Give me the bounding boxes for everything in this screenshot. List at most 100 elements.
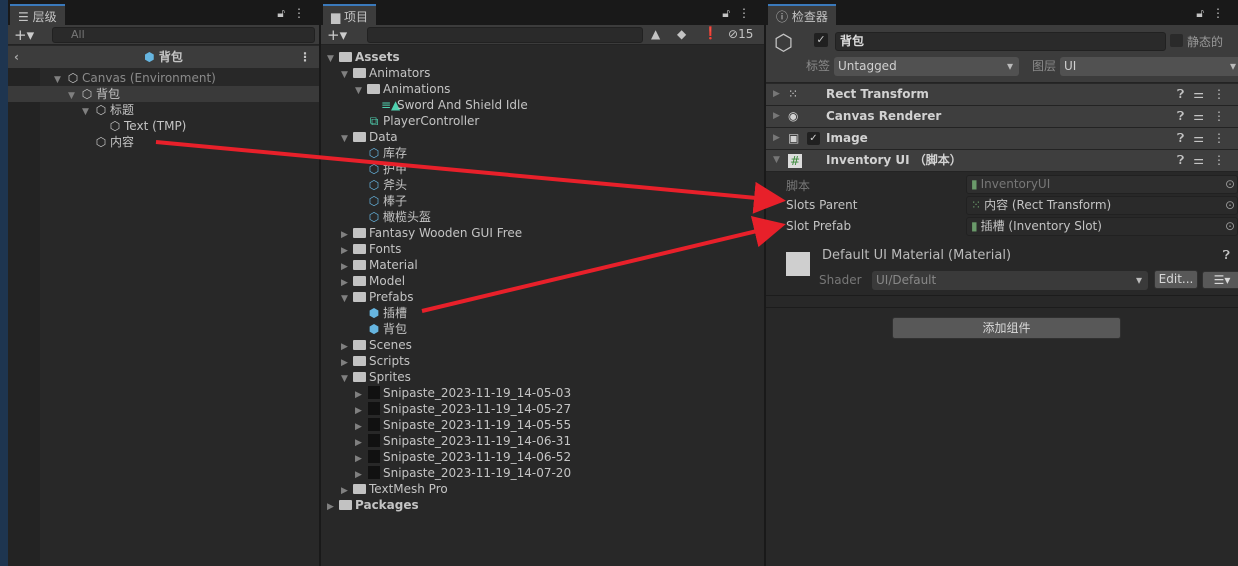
component-header-image[interactable]: ▶ ▣ ✓ Image ❓︎⚌⋮: [766, 128, 1238, 150]
project-folder[interactable]: ▶ Model: [321, 273, 764, 289]
back-button[interactable]: ‹: [14, 46, 19, 68]
object-picker-icon[interactable]: ⊙: [1225, 176, 1235, 193]
create-button[interactable]: +▾: [327, 26, 347, 44]
sprite-thumbnail-icon: [367, 417, 381, 433]
tab-hierarchy[interactable]: ☰ 层级: [10, 4, 65, 25]
project-asset[interactable]: ▶ Snipaste_2023-11-19_14-05-03: [321, 385, 764, 401]
material-preview: [786, 252, 810, 276]
folder-icon: [353, 484, 366, 494]
gameobject-icon: ⬡: [95, 103, 107, 117]
project-asset[interactable]: ▶ Snipaste_2023-11-19_14-06-52: [321, 449, 764, 465]
project-asset[interactable]: ▶ Snipaste_2023-11-19_14-07-20: [321, 465, 764, 481]
project-folder[interactable]: ▼ Animators: [321, 65, 764, 81]
object-header: ⬡ ✓ 背包 静态的 标签 Untagged 图层 UI: [766, 25, 1238, 83]
project-folder[interactable]: ▼ Animations: [321, 81, 764, 97]
tab-project[interactable]: ▆ 项目: [323, 4, 377, 25]
component-actions[interactable]: ❓︎⚌⋮: [1177, 150, 1234, 171]
component-actions[interactable]: ❓︎⚌⋮: [1177, 128, 1234, 149]
component-actions[interactable]: ❓︎⚌⋮: [1177, 106, 1234, 127]
field-slot-prefab[interactable]: ▮ 插槽 (Inventory Slot) ⊙: [966, 217, 1238, 236]
project-asset[interactable]: ≡▲Sword And Shield Idle: [321, 97, 764, 113]
filter-type-icon[interactable]: ▲: [651, 27, 660, 41]
project-asset[interactable]: ▶ Snipaste_2023-11-19_14-05-27: [321, 401, 764, 417]
gameobject-cube-icon: ⬡: [774, 31, 794, 56]
component-header-inventory-ui-script[interactable]: ▼ # Inventory UI （脚本） ❓︎⚌⋮: [766, 150, 1238, 172]
project-asset[interactable]: ⬡ 斧头: [321, 177, 764, 193]
hierarchy-item[interactable]: ⬡ 内容: [8, 134, 319, 150]
field-label-script: 脚本: [786, 179, 811, 193]
lock-icon[interactable]: 🔓︎⋮: [1196, 6, 1232, 21]
project-folder[interactable]: ▶ Fonts: [321, 241, 764, 257]
field-slots-parent[interactable]: ⁙ 内容 (Rect Transform) ⊙: [966, 196, 1238, 215]
project-asset[interactable]: ⬢ 背包: [321, 321, 764, 337]
active-checkbox[interactable]: ✓: [814, 33, 828, 47]
project-folder[interactable]: ▶ Scenes: [321, 337, 764, 353]
foldout-arrow-icon[interactable]: ▶: [773, 84, 780, 105]
inspector-panel: ⓘ 检查器 🔓︎⋮ ⬡ ✓ 背包 静态的 标签 Untagged 图层 UI ▶…: [766, 0, 1238, 566]
help-icon[interactable]: ❓︎: [1223, 248, 1230, 263]
lock-icon[interactable]: 🔓︎⋮: [722, 6, 758, 21]
project-asset[interactable]: ⧉ PlayerController: [321, 113, 764, 129]
folder-open-icon: [353, 372, 366, 382]
hierarchy-item[interactable]: ⬡ Text (TMP): [8, 118, 319, 134]
project-asset[interactable]: ⬡ 棒子: [321, 193, 764, 209]
project-folder[interactable]: ▶ Scripts: [321, 353, 764, 369]
layer-dropdown[interactable]: UI: [1060, 57, 1238, 76]
edit-shader-button[interactable]: Edit...: [1154, 270, 1198, 289]
static-checkbox[interactable]: [1170, 34, 1183, 47]
foldout-arrow-icon[interactable]: ▼: [773, 150, 780, 171]
scene-view-edge: [0, 0, 8, 566]
object-type-icon: ▮: [971, 177, 978, 191]
foldout-arrow-icon[interactable]: ▶: [773, 106, 780, 127]
gameobject-icon: ⬡: [95, 135, 107, 149]
sprite-thumbnail-icon: [367, 401, 381, 417]
project-asset[interactable]: ⬡ 橄榄头盔: [321, 209, 764, 225]
project-search-input[interactable]: [367, 27, 643, 43]
hierarchy-item[interactable]: ▼ ⬡ 背包: [8, 86, 319, 102]
component-header-rect-transform[interactable]: ▶ ⁙ Rect Transform ❓︎⚌⋮: [766, 84, 1238, 106]
hierarchy-item[interactable]: ▼ ⬡ 标题: [8, 102, 319, 118]
lock-icon[interactable]: 🔓︎⋮: [277, 6, 313, 21]
project-folder[interactable]: ▼ Sprites: [321, 369, 764, 385]
tag-dropdown[interactable]: Untagged: [834, 57, 1019, 76]
scriptable-object-icon: ⬡: [368, 178, 380, 192]
component-actions[interactable]: ❓︎⚌⋮: [1177, 84, 1234, 105]
collapse-arrow-icon[interactable]: ▶: [327, 499, 339, 515]
project-folder[interactable]: ▶ Material: [321, 257, 764, 273]
project-asset[interactable]: ⬡ 护甲: [321, 161, 764, 177]
object-name-input[interactable]: 背包: [835, 32, 1166, 51]
project-asset[interactable]: ⬡ 库存: [321, 145, 764, 161]
project-folder[interactable]: ▼ Assets: [321, 49, 764, 65]
hidden-eye-icon[interactable]: ⊘15: [728, 27, 753, 41]
add-component-button[interactable]: 添加组件: [892, 317, 1121, 339]
object-picker-icon[interactable]: ⊙: [1225, 218, 1235, 235]
filter-label-icon[interactable]: ◆: [677, 27, 686, 41]
shader-options-button[interactable]: ☰▾: [1202, 271, 1238, 289]
sprite-thumbnail-icon: [367, 465, 381, 481]
project-asset[interactable]: ▶ Snipaste_2023-11-19_14-06-31: [321, 433, 764, 449]
project-folder[interactable]: ▶ Fantasy Wooden GUI Free: [321, 225, 764, 241]
inventory-ui-script-icon: #: [788, 154, 803, 168]
add-button[interactable]: +▾: [14, 26, 34, 44]
folder-icon: [339, 500, 352, 510]
tab-inspector[interactable]: ⓘ 检查器: [768, 4, 836, 25]
more-icon[interactable]: ⋮: [299, 46, 311, 68]
component-header-canvas-renderer[interactable]: ▶ ◉ Canvas Renderer ❓︎⚌⋮: [766, 106, 1238, 128]
hierarchy-item[interactable]: ▼ ⬡ Canvas (Environment): [8, 70, 319, 86]
object-type-icon: ⁙: [971, 198, 982, 212]
project-folder[interactable]: ▼ Data: [321, 129, 764, 145]
project-folder[interactable]: ▶ Packages: [321, 497, 764, 513]
project-asset[interactable]: ⬢ 插槽: [321, 305, 764, 321]
hierarchy-search-input[interactable]: All: [52, 27, 315, 43]
prefab-icon: ⬢: [144, 50, 159, 64]
gameobject-icon: ⬡: [67, 71, 79, 85]
project-folder[interactable]: ▶ TextMesh Pro: [321, 481, 764, 497]
enabled-checkbox[interactable]: ✓: [807, 132, 820, 145]
warning-icon[interactable]: ❗: [703, 26, 718, 40]
foldout-arrow-icon[interactable]: ▶: [773, 128, 780, 149]
project-asset[interactable]: ▶ Snipaste_2023-11-19_14-05-55: [321, 417, 764, 433]
shader-dropdown[interactable]: UI/Default: [872, 271, 1148, 290]
scriptable-object-icon: ⬡: [368, 210, 380, 224]
project-folder[interactable]: ▼ Prefabs: [321, 289, 764, 305]
object-picker-icon[interactable]: ⊙: [1225, 197, 1235, 214]
